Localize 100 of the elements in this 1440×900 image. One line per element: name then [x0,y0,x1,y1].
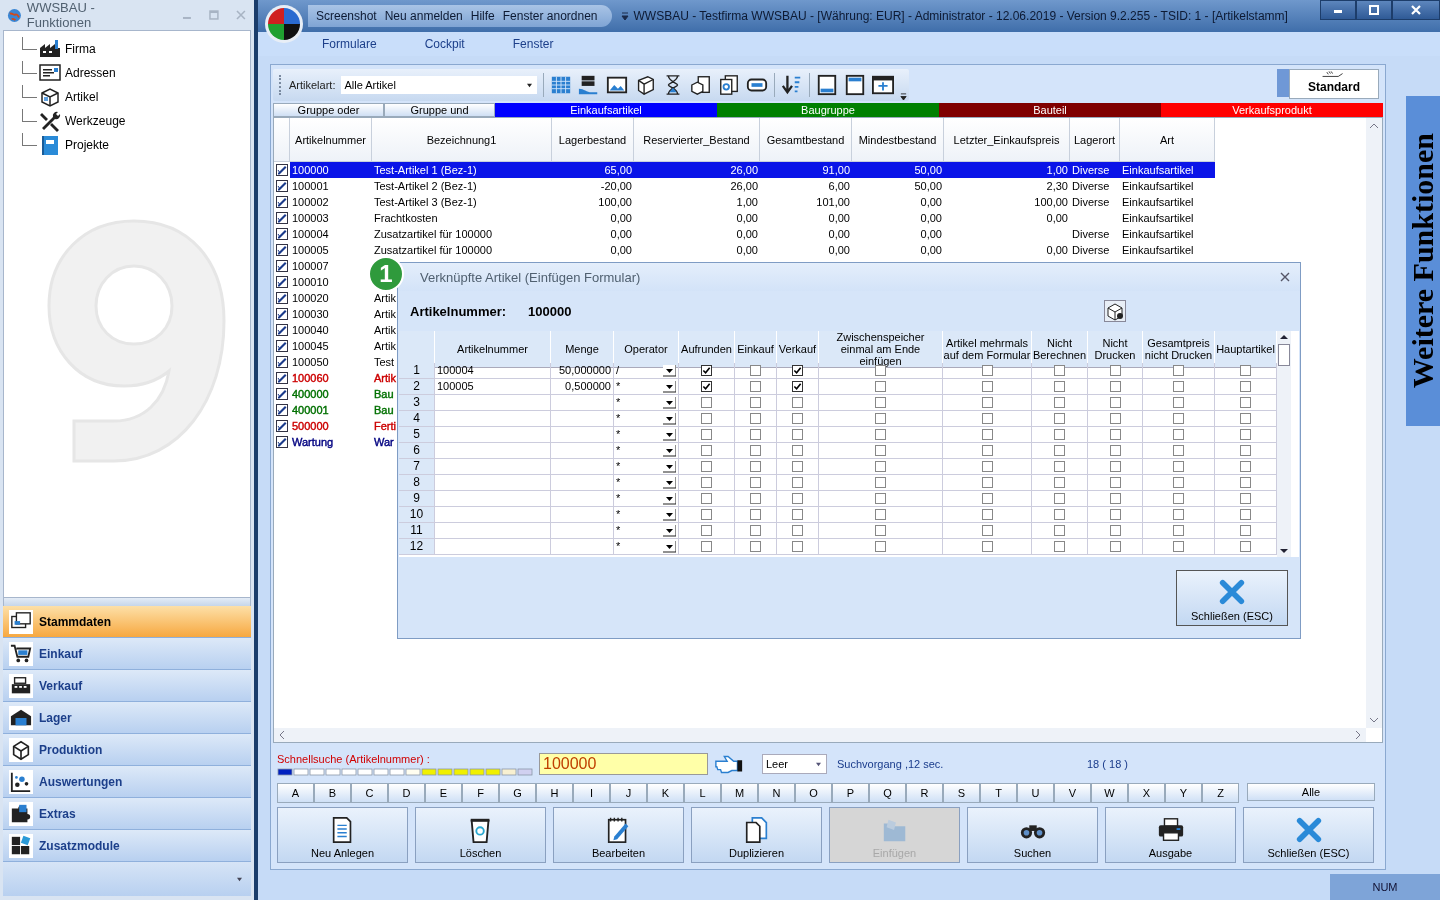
row-edit-icon[interactable] [276,372,288,384]
letter-button[interactable]: G [499,783,536,803]
action-button[interactable]: Ausgabe [1105,807,1236,863]
checkbox[interactable] [875,493,886,504]
checkbox[interactable] [1240,445,1251,456]
arrow-down-icon[interactable] [1279,547,1289,555]
checkbox[interactable] [1173,381,1184,392]
checkbox[interactable] [750,493,761,504]
letter-button[interactable]: I [573,783,610,803]
nav-item[interactable]: Produktion [3,734,251,766]
checkbox[interactable] [1109,413,1121,424]
checkbox[interactable] [1054,477,1065,488]
checkbox[interactable] [1054,525,1065,536]
checkbox[interactable] [875,525,886,536]
splitter-handle[interactable] [3,598,251,606]
checkbox[interactable] [1173,413,1184,424]
checkbox[interactable] [701,413,712,424]
table-cell[interactable] [551,539,614,555]
checkbox[interactable] [792,365,803,376]
checkbox[interactable] [1240,493,1251,504]
checkbox[interactable] [701,493,712,504]
action-button[interactable]: Neu Anlegen [277,807,408,863]
row-edit-icon[interactable] [276,388,288,400]
arrow-up-icon[interactable] [1279,333,1289,341]
standard-button[interactable]: Standard [1289,69,1379,99]
table-cell[interactable] [551,443,614,459]
menu-item[interactable]: Fenster [512,37,554,51]
row-edit-icon[interactable] [276,228,288,240]
letter-button[interactable]: Z [1202,783,1239,803]
checkbox[interactable] [981,525,993,536]
close-button[interactable]: Schließen (ESC) [1176,569,1288,626]
checkbox[interactable] [1173,429,1184,440]
checkbox[interactable] [1054,381,1065,392]
checkbox[interactable] [750,477,761,488]
checkbox[interactable] [1109,477,1121,488]
checkbox[interactable] [701,445,712,456]
column-header[interactable]: Bezeichnung1 [372,118,552,162]
row-edit-icon[interactable] [276,196,288,208]
checkbox[interactable] [1054,365,1065,376]
letter-button[interactable]: A [277,783,314,803]
nav-item[interactable]: Extras [3,798,251,830]
row-edit-icon[interactable] [276,164,288,176]
checkbox[interactable] [1240,413,1251,424]
checkbox[interactable] [1173,461,1184,472]
group-band[interactable]: Einkaufsartikel [495,103,717,117]
checkbox[interactable] [981,493,993,504]
picture-icon[interactable] [606,74,629,96]
operator-dropdown[interactable]: * [614,379,679,395]
checkbox[interactable] [1054,429,1065,440]
column-header[interactable]: Lagerort [1070,118,1120,162]
checkbox[interactable] [875,477,886,488]
operator-dropdown[interactable]: * [614,475,679,491]
checkbox[interactable] [1173,397,1184,408]
letter-button[interactable]: F [462,783,499,803]
checkbox[interactable] [981,381,993,392]
table-cell[interactable] [435,507,551,523]
side-tab[interactable]: Weitere Funktionen [1406,96,1440,426]
overflow-icon[interactable] [900,92,908,101]
operator-dropdown[interactable]: * [614,507,679,523]
checkbox[interactable] [792,461,803,472]
checkbox[interactable] [1054,397,1065,408]
panel-bottom-icon[interactable] [816,74,839,96]
checkbox[interactable] [701,541,712,552]
table-cell[interactable] [551,507,614,523]
checkbox[interactable] [875,461,886,472]
checkbox[interactable] [701,397,712,408]
letter-button[interactable]: Y [1165,783,1202,803]
group-filter-button[interactable]: Gruppe und [384,103,495,117]
checkbox[interactable] [981,429,993,440]
row-edit-icon[interactable] [276,420,288,432]
close-button[interactable] [1392,0,1440,20]
checkbox[interactable] [750,365,761,376]
row-edit-icon[interactable] [276,276,288,288]
checkbox[interactable] [701,477,712,488]
operator-dropdown[interactable]: * [614,427,679,443]
table-cell[interactable] [435,427,551,443]
row-edit-icon[interactable] [276,292,288,304]
letter-button[interactable]: B [314,783,351,803]
tree-item[interactable]: Adressen [65,66,116,80]
checkbox[interactable] [981,477,993,488]
letter-button[interactable]: K [647,783,684,803]
row-edit-icon[interactable] [276,436,288,448]
checkbox[interactable] [1240,525,1251,536]
tree-item[interactable]: Projekte [65,138,110,152]
checkbox[interactable] [792,477,803,488]
checkbox[interactable] [792,381,803,392]
checkbox[interactable] [750,461,761,472]
quick-menu-item[interactable]: Hilfe [470,9,495,23]
table-cell[interactable] [551,459,614,475]
checkbox[interactable] [750,525,761,536]
letter-button[interactable]: J [610,783,647,803]
checkbox[interactable] [981,461,993,472]
minimize-button[interactable] [1320,0,1356,20]
table-cell[interactable] [435,443,551,459]
tree-item[interactable]: Firma [65,42,96,56]
arrow-left-icon[interactable] [278,730,286,740]
dropdown-icon[interactable] [619,11,630,21]
checkbox[interactable] [981,509,993,520]
checkbox[interactable] [1173,541,1184,552]
operator-dropdown[interactable]: * [614,539,679,555]
